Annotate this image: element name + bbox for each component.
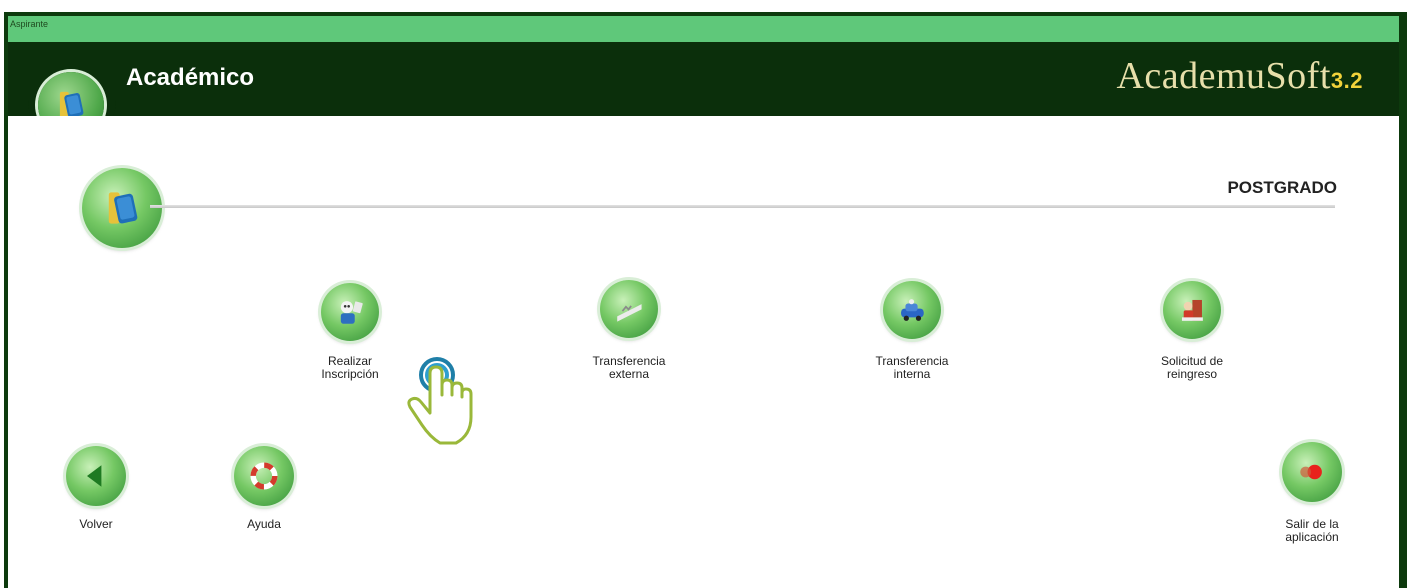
back-button[interactable]	[66, 446, 126, 506]
help-button[interactable]	[234, 446, 294, 506]
help-label[interactable]: Ayuda	[234, 518, 294, 531]
main-content	[8, 116, 1399, 588]
user-label: Aspirante	[10, 19, 49, 29]
pointer-hand-icon	[407, 357, 473, 445]
menu-item-reentry[interactable]: Solicitud de reingreso	[1132, 355, 1252, 381]
menu-item-external-transfer-line2: externa	[608, 367, 650, 381]
menu-item-internal-transfer-line2: interna	[893, 367, 931, 381]
external-transfer-icon[interactable]	[600, 280, 658, 338]
section-title: POSTGRADO	[1227, 178, 1337, 197]
brand-logo: AcademuSoft3.2	[1116, 54, 1363, 98]
section-book-icon	[82, 168, 162, 248]
module-title: Académico	[126, 64, 255, 91]
back-arrow-icon	[87, 465, 102, 487]
section-divider	[150, 205, 1335, 208]
lifebuoy-icon	[250, 462, 278, 490]
back-label[interactable]: Volver	[66, 518, 126, 531]
registration-icon[interactable]	[321, 283, 379, 341]
internal-transfer-icon[interactable]	[883, 281, 941, 339]
menu-item-register-line2: Inscripción	[321, 367, 379, 381]
exit-label-line2: aplicación	[1285, 530, 1339, 544]
brand-version: 3.2	[1330, 68, 1363, 93]
exit-label[interactable]: Salir de la aplicación	[1262, 518, 1362, 544]
menu-item-external-transfer[interactable]: Transferencia externa	[569, 355, 689, 381]
menu-item-reentry-line2: reingreso	[1166, 367, 1218, 381]
power-exit-icon	[1300, 464, 1322, 480]
user-strip: Aspirante	[8, 16, 1399, 42]
menu-item-internal-transfer[interactable]: Transferencia interna	[852, 355, 972, 381]
reentry-request-icon[interactable]	[1163, 281, 1221, 339]
exit-button[interactable]	[1282, 442, 1342, 502]
menu-item-register[interactable]: Realizar Inscripción	[291, 355, 409, 381]
brand-name: AcademuSoft	[1116, 55, 1331, 97]
app-header: Académico AcademuSoft3.2	[8, 42, 1399, 116]
